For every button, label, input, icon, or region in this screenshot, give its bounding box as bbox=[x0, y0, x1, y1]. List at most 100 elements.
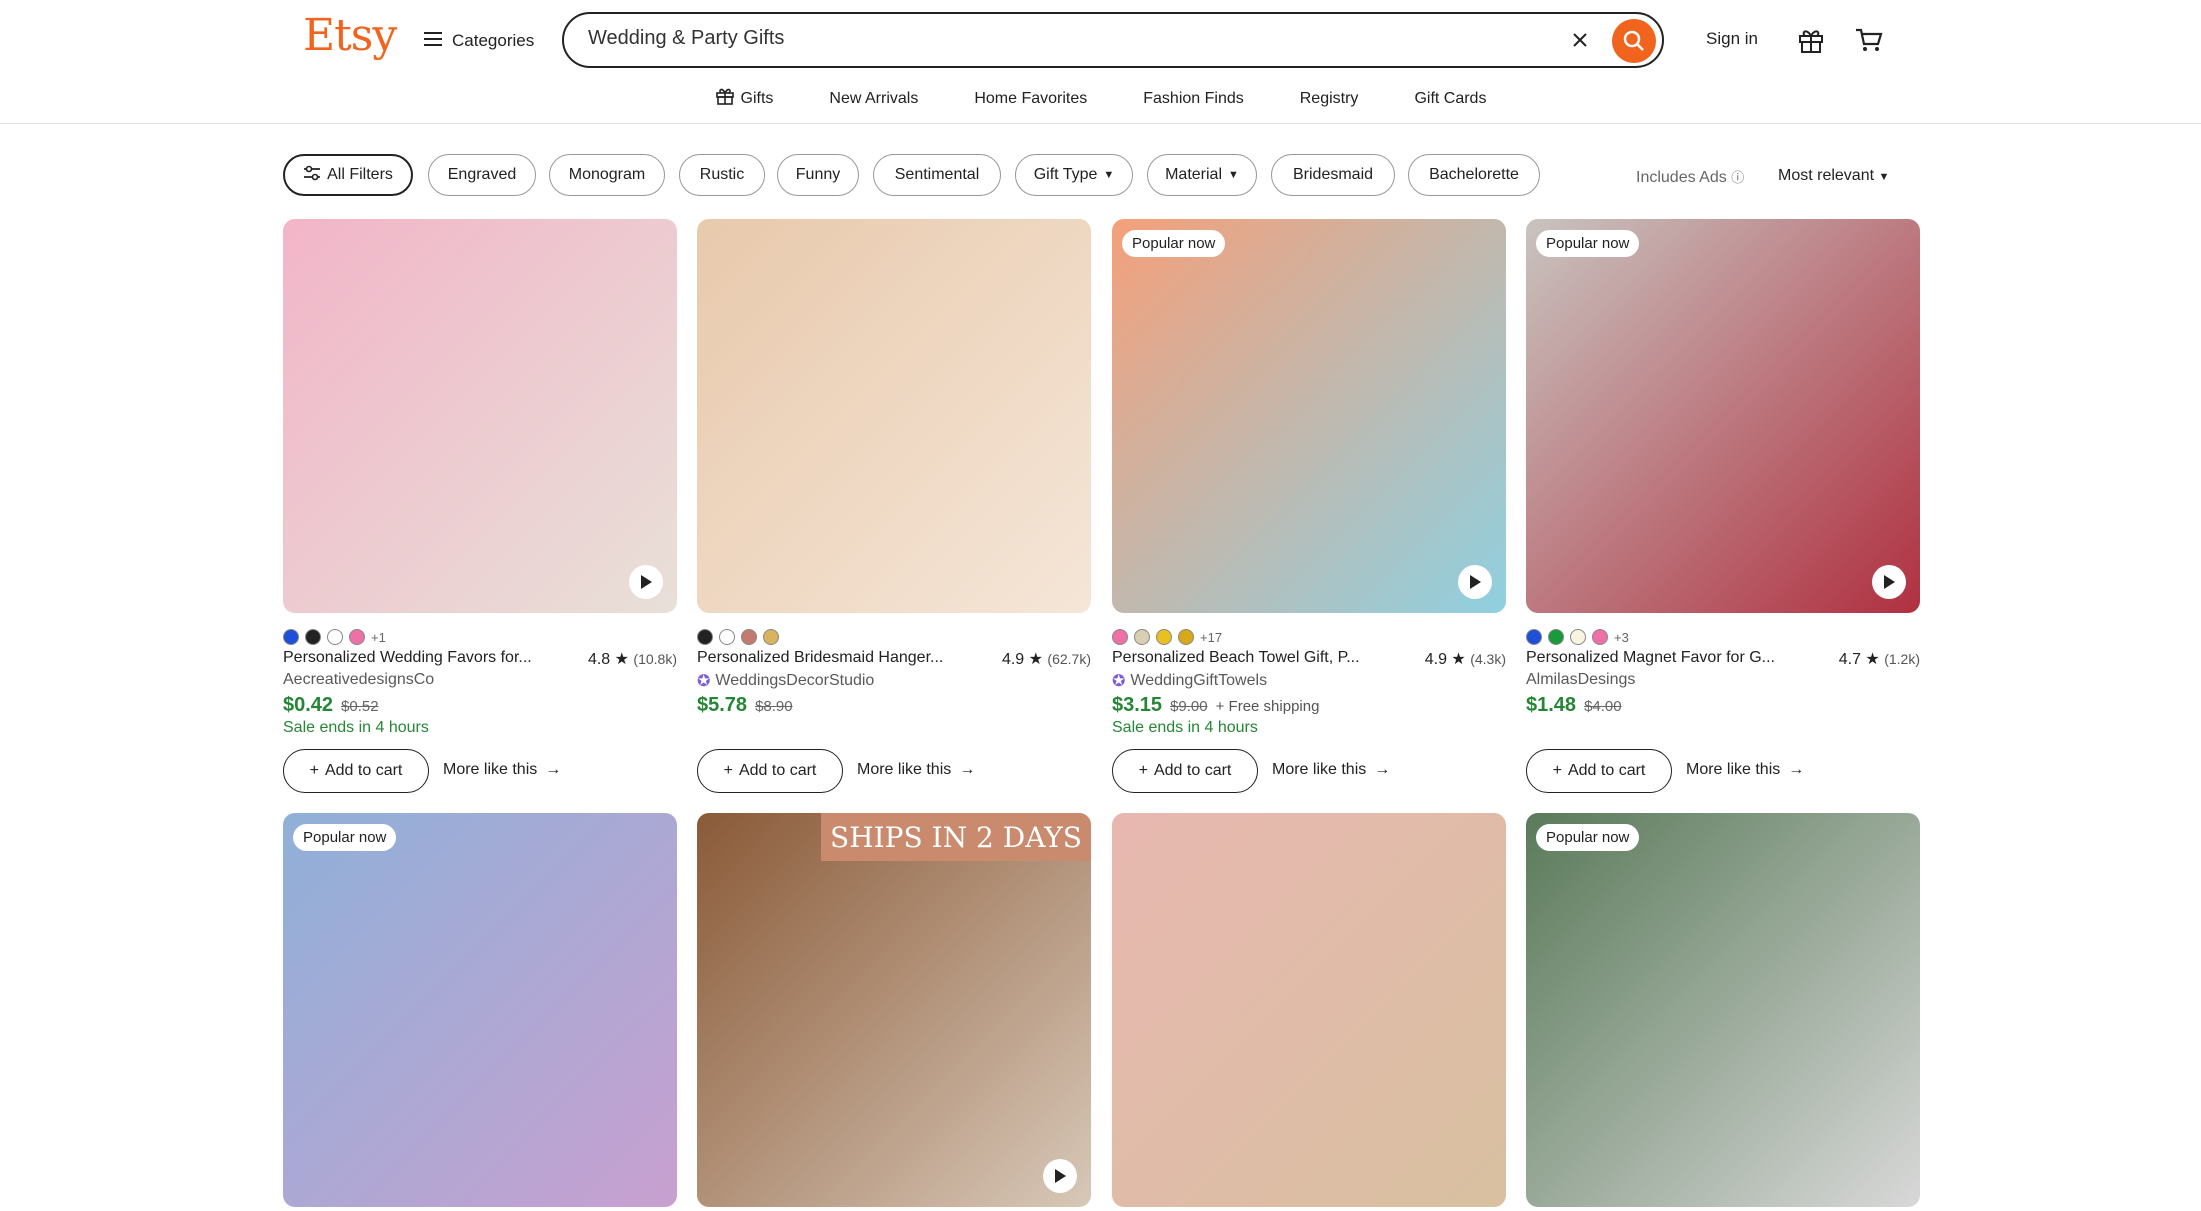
add-to-cart-button[interactable]: + Add to cart bbox=[697, 749, 843, 793]
chip-bridesmaid[interactable]: Bridesmaid bbox=[1271, 154, 1395, 196]
product-image[interactable] bbox=[1112, 813, 1506, 1207]
product-title[interactable]: Personalized Beach Towel Gift, P... bbox=[1112, 649, 1382, 667]
chip-bachelorette[interactable]: Bachelorette bbox=[1408, 154, 1540, 196]
search-input[interactable] bbox=[586, 26, 1490, 51]
product-card[interactable]: Popular now bbox=[283, 813, 677, 1207]
product-card[interactable]: SHIPS IN 2 DAYS bbox=[697, 813, 1091, 1207]
add-to-cart-button[interactable]: + Add to cart bbox=[1526, 749, 1672, 793]
sale-ends: Sale ends in 4 hours bbox=[1112, 719, 1258, 736]
chip-material[interactable]: Material ▼ bbox=[1147, 154, 1257, 196]
nav-home-favorites[interactable]: Home Favorites bbox=[946, 86, 1115, 111]
ships-banner: SHIPS IN 2 DAYS bbox=[821, 813, 1091, 861]
product-card[interactable]: Popular now bbox=[1526, 813, 1920, 1207]
more-like-this-link[interactable]: More like this → bbox=[443, 761, 561, 779]
search-bar bbox=[562, 12, 1664, 68]
product-rating: 4.9 ★ (62.7k) bbox=[1002, 649, 1091, 669]
play-video-button[interactable] bbox=[1043, 1159, 1077, 1193]
more-like-this-link[interactable]: More like this → bbox=[1272, 761, 1390, 779]
color-swatch[interactable] bbox=[1548, 629, 1564, 645]
color-swatch[interactable] bbox=[1592, 629, 1608, 645]
shop-name-label: WeddingsDecorStudio bbox=[715, 672, 875, 689]
play-video-button[interactable] bbox=[1458, 565, 1492, 599]
color-swatch[interactable] bbox=[741, 629, 757, 645]
chip-engraved[interactable]: Engraved bbox=[428, 154, 536, 196]
gift-icon bbox=[715, 86, 735, 111]
chip-monogram[interactable]: Monogram bbox=[549, 154, 665, 196]
cart-icon[interactable] bbox=[1854, 26, 1884, 59]
nav-fashion-finds[interactable]: Fashion Finds bbox=[1115, 86, 1272, 111]
nav-gift-cards[interactable]: Gift Cards bbox=[1386, 86, 1514, 111]
product-card[interactable]: Popular now +3 Personalized Magnet Favor f… bbox=[1526, 219, 1920, 799]
search-button[interactable] bbox=[1612, 19, 1656, 63]
color-swatch[interactable] bbox=[1570, 629, 1586, 645]
add-to-cart-button[interactable]: + Add to cart bbox=[1112, 749, 1258, 793]
product-image[interactable] bbox=[283, 219, 677, 613]
color-swatches: +17 bbox=[1112, 629, 1222, 645]
product-image[interactable]: Popular now bbox=[283, 813, 677, 1207]
review-count: (10.8k) bbox=[633, 651, 677, 667]
plus-icon: + bbox=[309, 762, 319, 779]
product-card[interactable]: Personalized Bridesmaid Hanger... 4.9 ★ (… bbox=[697, 219, 1091, 799]
all-filters-button[interactable]: All Filters bbox=[283, 154, 413, 196]
gift-icon[interactable] bbox=[1797, 26, 1825, 59]
color-swatch[interactable] bbox=[327, 629, 343, 645]
add-to-cart-button[interactable]: + Add to cart bbox=[283, 749, 429, 793]
sort-dropdown[interactable]: Most relevant ▼ bbox=[1778, 167, 1889, 185]
includes-ads[interactable]: Includes Ads ⓘ bbox=[1636, 167, 1744, 187]
shop-name[interactable]: ✪ WeddingGiftTowels bbox=[1112, 671, 1267, 691]
clear-search-icon[interactable] bbox=[1568, 28, 1592, 52]
more-like-label: More like this bbox=[443, 761, 538, 778]
chip-rustic[interactable]: Rustic bbox=[679, 154, 765, 196]
star-seller-icon: ✪ bbox=[697, 673, 711, 690]
play-video-button[interactable] bbox=[629, 565, 663, 599]
color-swatch[interactable] bbox=[697, 629, 713, 645]
color-swatch[interactable] bbox=[1112, 629, 1128, 645]
caret-down-icon: ▼ bbox=[1878, 171, 1890, 183]
color-swatch[interactable] bbox=[349, 629, 365, 645]
etsy-logo[interactable]: Etsy bbox=[303, 10, 397, 61]
color-swatches: +1 bbox=[283, 629, 386, 645]
product-card[interactable]: Popular now +17 Personalized Beach Towel G… bbox=[1112, 219, 1506, 799]
product-image[interactable]: SHIPS IN 2 DAYS bbox=[697, 813, 1091, 1207]
nav-registry[interactable]: Registry bbox=[1272, 86, 1387, 111]
color-swatch[interactable] bbox=[305, 629, 321, 645]
plus-icon: + bbox=[1552, 762, 1562, 779]
shop-name[interactable]: ✪ WeddingsDecorStudio bbox=[697, 671, 874, 691]
product-title[interactable]: Personalized Magnet Favor for G... bbox=[1526, 649, 1796, 667]
popular-badge: Popular now bbox=[293, 824, 397, 851]
product-card[interactable] bbox=[1112, 813, 1506, 1207]
more-like-this-link[interactable]: More like this → bbox=[1686, 761, 1804, 779]
color-swatch[interactable] bbox=[283, 629, 299, 645]
color-swatch[interactable] bbox=[1526, 629, 1542, 645]
chip-sentimental[interactable]: Sentimental bbox=[873, 154, 1001, 196]
all-filters-label: All Filters bbox=[327, 166, 393, 183]
product-image[interactable] bbox=[697, 219, 1091, 613]
shop-name[interactable]: AecreativedesignsCo bbox=[283, 671, 434, 689]
product-title[interactable]: Personalized Bridesmaid Hanger... bbox=[697, 649, 967, 667]
plus-icon: + bbox=[1138, 762, 1148, 779]
product-card[interactable]: +1 Personalized Wedding Favors for... 4.8 … bbox=[283, 219, 677, 799]
star-icon: ★ bbox=[1860, 651, 1885, 668]
color-swatch[interactable] bbox=[719, 629, 735, 645]
product-image[interactable]: Popular now bbox=[1526, 813, 1920, 1207]
product-rating: 4.7 ★ (1.2k) bbox=[1839, 649, 1920, 669]
chip-funny[interactable]: Funny bbox=[777, 154, 859, 196]
search-icon bbox=[1623, 30, 1644, 51]
play-video-button[interactable] bbox=[1872, 565, 1906, 599]
chip-gift-type[interactable]: Gift Type ▼ bbox=[1015, 154, 1133, 196]
nav-gifts[interactable]: Gifts bbox=[687, 86, 802, 111]
nav-new-arrivals[interactable]: New Arrivals bbox=[801, 86, 946, 111]
product-image[interactable]: Popular now bbox=[1112, 219, 1506, 613]
product-image[interactable]: Popular now bbox=[1526, 219, 1920, 613]
more-like-this-link[interactable]: More like this → bbox=[857, 761, 975, 779]
more-swatches: +1 bbox=[371, 629, 386, 645]
color-swatch[interactable] bbox=[1156, 629, 1172, 645]
categories-button[interactable]: Categories bbox=[424, 24, 534, 58]
sign-in-link[interactable]: Sign in bbox=[1706, 29, 1758, 49]
shop-name[interactable]: AlmilasDesings bbox=[1526, 671, 1635, 689]
color-swatch[interactable] bbox=[1134, 629, 1150, 645]
color-swatch[interactable] bbox=[1178, 629, 1194, 645]
more-swatches: +17 bbox=[1200, 629, 1223, 645]
product-title[interactable]: Personalized Wedding Favors for... bbox=[283, 649, 553, 667]
color-swatch[interactable] bbox=[763, 629, 779, 645]
